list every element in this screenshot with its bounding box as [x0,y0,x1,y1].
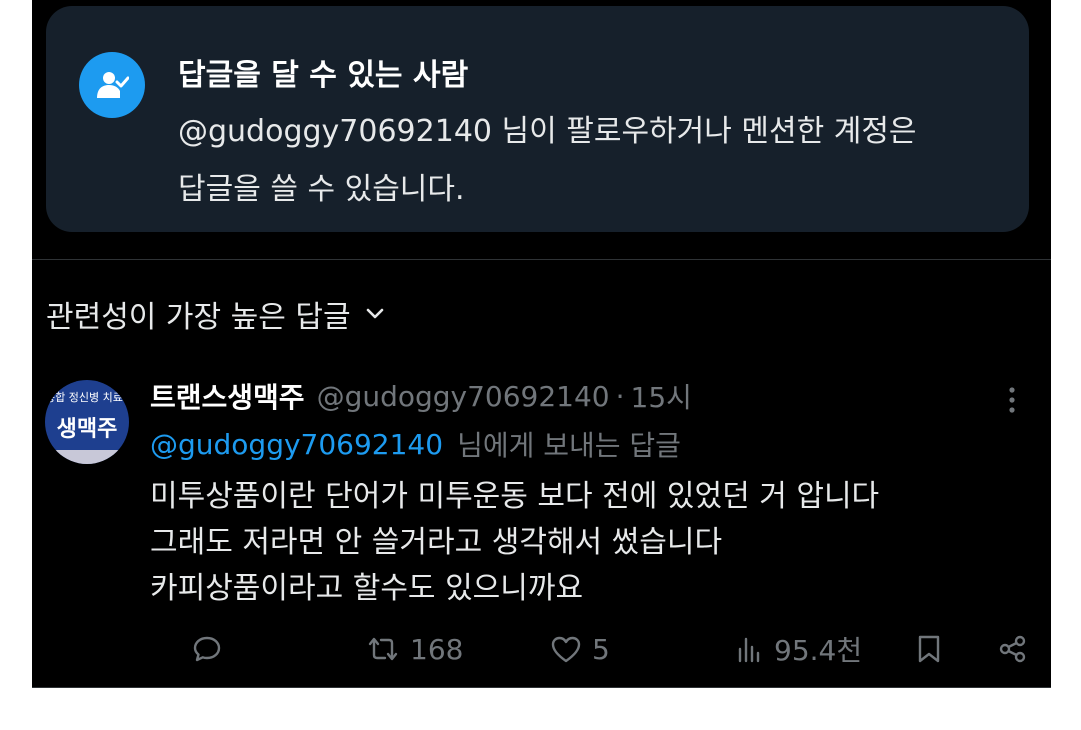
avatar-caption: 종합 정신병 치료제 [45,391,129,404]
who-can-reply-card: 답글을 달 수 있는 사람 @gudoggy70692140 님이 팔로우하거나… [46,6,1029,232]
divider [32,259,1051,260]
reply-sort-dropdown[interactable]: 관련성이 가장 높은 답글 [46,292,385,336]
page-margin [0,688,1081,730]
share-button[interactable] [998,626,1028,672]
share-icon [999,635,1026,663]
reply-text: 미투상품이란 단어가 미투운동 보다 전에 있었던 거 압니다 그래도 저라면 … [150,474,1010,612]
like-count: 5 [592,632,610,666]
user-handle[interactable]: @gudoggy70692140 [317,380,610,413]
avatar-text: 생맥주 [56,417,118,442]
like-button[interactable]: 5 [550,626,610,672]
bar-chart-icon [738,637,760,663]
reply-sort-label: 관련성이 가장 높은 답글 [46,300,351,335]
display-name[interactable]: 트랜스생맥주 [150,376,305,416]
reply-button[interactable] [192,626,222,672]
who-can-reply-line: 답글을 쓸 수 있습니다. [178,172,465,207]
retweet-button[interactable]: 168 [366,626,463,672]
screen: 답글을 달 수 있는 사람 @gudoggy70692140 님이 팔로우하거나… [32,0,1051,730]
avatar[interactable]: 종합 정신병 치료제 생맥주 [45,380,129,464]
who-can-reply-title: 답글을 달 수 있는 사람 [178,58,469,93]
reply-to-suffix: 님에게 보내는 답글 [457,429,681,462]
avatar-band [45,450,129,464]
reply-text-line: 카피상품이라고 할수도 있으니까요 [150,571,584,606]
reply-icon [193,636,221,662]
reply-text-line: 그래도 저라면 안 쓸거라고 생각해서 썼습니다 [150,525,723,560]
action-bar: 168 5 95.4천 [150,626,1026,672]
reply-to-mention[interactable]: @gudoggy70692140 [150,428,443,461]
more-options-icon[interactable] [1002,382,1022,418]
bookmark-icon [918,635,940,663]
reply-header: 트랜스생맥주 @gudoggy70692140 · 15시 [150,374,692,418]
post-time[interactable]: 15시 [631,376,692,416]
views-button[interactable]: 95.4천 [736,626,862,672]
chevron-down-icon [366,308,383,319]
bookmark-button[interactable] [916,626,942,672]
retweet-icon [368,637,398,661]
replying-to: @gudoggy70692140 님에게 보내는 답글 [150,422,681,466]
separator-dot: · [615,379,625,413]
who-can-reply-description: @gudoggy70692140 님이 팔로우하거나 멘션한 계정은 답글을 쓸… [178,103,1008,219]
who-can-reply-line: @gudoggy70692140 님이 팔로우하거나 멘션한 계정은 [178,114,917,149]
view-count: 95.4천 [774,634,863,667]
heart-icon [551,636,581,663]
user-check-icon [79,52,145,118]
retweet-count: 168 [410,632,464,666]
reply-text-line: 미투상품이란 단어가 미투운동 보다 전에 있었던 거 압니다 [150,479,880,514]
